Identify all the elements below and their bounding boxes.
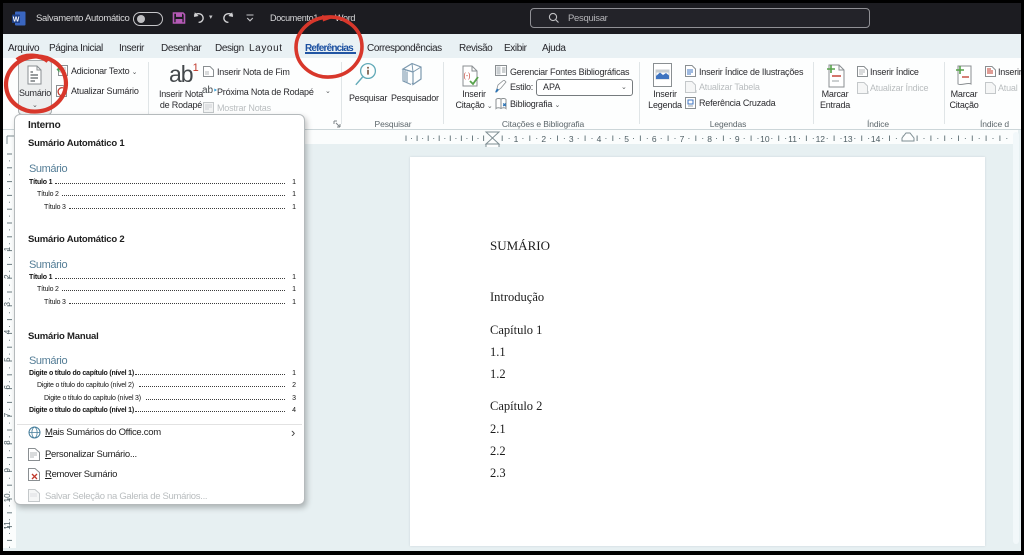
svg-text:2: 2 [541, 134, 546, 144]
svg-text:1: 1 [3, 246, 12, 251]
svg-text:13: 13 [843, 134, 853, 144]
svg-text:6: 6 [3, 385, 12, 390]
svg-text:10: 10 [760, 134, 770, 144]
svg-text:11: 11 [3, 521, 12, 530]
svg-text:12: 12 [816, 134, 826, 144]
svg-text:3: 3 [3, 302, 12, 307]
svg-text:10: 10 [3, 493, 12, 502]
svg-text:7: 7 [680, 134, 685, 144]
svg-text:8: 8 [707, 134, 712, 144]
svg-text:9: 9 [735, 134, 740, 144]
svg-text:14: 14 [871, 134, 881, 144]
svg-text:11: 11 [788, 134, 797, 144]
svg-text:4: 4 [597, 134, 602, 144]
svg-text:6: 6 [652, 134, 657, 144]
svg-text:3: 3 [569, 134, 574, 144]
svg-text:2: 2 [3, 274, 12, 279]
svg-text:7: 7 [3, 412, 12, 417]
svg-text:W: W [13, 17, 20, 24]
svg-text:1: 1 [514, 134, 519, 144]
svg-text:5: 5 [624, 134, 629, 144]
svg-text:9: 9 [3, 468, 12, 473]
svg-text:4: 4 [3, 329, 12, 334]
svg-text:8: 8 [3, 440, 12, 445]
svg-text:5: 5 [3, 357, 12, 362]
svg-text:(-): (-) [464, 73, 471, 80]
